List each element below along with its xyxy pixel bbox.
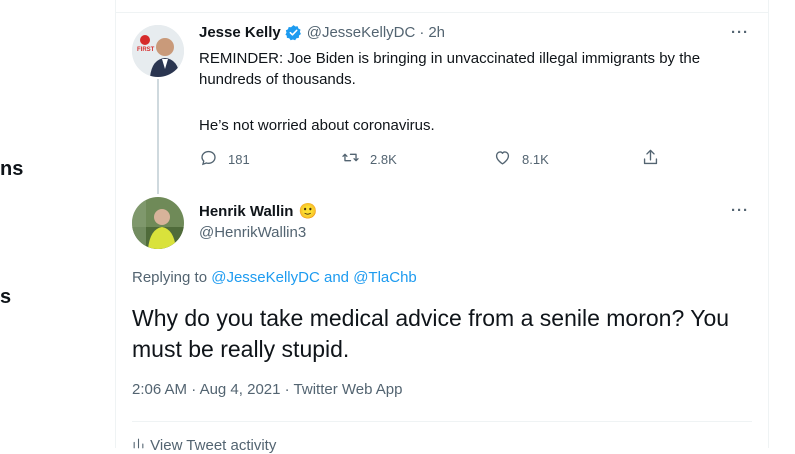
tweet-source[interactable]: Twitter Web App — [294, 381, 403, 398]
left-nav: ns s — [0, 0, 116, 448]
column-border-left — [115, 0, 116, 448]
view-tweet-activity[interactable]: View Tweet activity — [132, 437, 276, 454]
nav-item-fragment[interactable]: s — [0, 286, 11, 309]
like-icon — [493, 148, 512, 170]
user-handle[interactable]: @JesseKellyDC — [307, 24, 416, 41]
reply-button[interactable]: 181 — [199, 148, 250, 170]
replying-to: Replying to @JesseKellyDC and @TlaChb — [132, 269, 417, 286]
avatar-image — [132, 197, 184, 249]
replying-prefix: Replying to — [132, 269, 208, 286]
avatar-jesse-kelly[interactable]: FIRST — [132, 25, 184, 77]
tweet-time[interactable]: 2:06 AM — [132, 381, 187, 398]
reply-tweet-header: Henrik Wallin 🙂 — [199, 202, 317, 220]
parent-tweet-text: REMINDER: Joe Biden is bringing in unvac… — [199, 50, 701, 88]
more-icon[interactable]: ··· — [731, 24, 749, 41]
share-icon — [641, 148, 660, 170]
reply-count: 181 — [228, 151, 250, 167]
thread-connector — [157, 79, 159, 194]
more-icon[interactable]: ··· — [731, 202, 749, 219]
separator-dot: · — [419, 24, 425, 41]
tweet-time[interactable]: 2h — [428, 24, 445, 41]
column-border-right — [768, 0, 769, 448]
mention-conjunction[interactable]: and — [324, 269, 349, 286]
avatar-badge-text: FIRST — [137, 47, 155, 53]
retweet-count: 2.8K — [370, 151, 397, 167]
activity-label: View Tweet activity — [150, 437, 277, 454]
top-divider — [116, 12, 768, 13]
retweet-button[interactable]: 2.8K — [341, 148, 397, 170]
like-button[interactable]: 8.1K — [493, 148, 549, 170]
parent-tweet-header: Jesse Kelly @JesseKellyDC · 2h — [199, 24, 445, 41]
separator-dot: · — [284, 381, 290, 398]
display-name[interactable]: Henrik Wallin — [199, 203, 293, 220]
user-handle[interactable]: @HenrikWallin3 — [199, 224, 306, 241]
mention-link[interactable]: @TlaChb — [353, 269, 417, 286]
share-button[interactable] — [641, 148, 660, 170]
verified-badge-icon — [285, 24, 302, 41]
avatar-henrik-wallin[interactable] — [132, 197, 184, 249]
tweet-date[interactable]: Aug 4, 2021 — [200, 381, 281, 398]
activity-icon — [132, 437, 146, 454]
divider — [132, 421, 752, 422]
mention-link[interactable]: @JesseKellyDC — [211, 269, 320, 286]
retweet-icon — [341, 148, 360, 170]
emoji-smile: 🙂 — [298, 202, 318, 220]
parent-tweet-text-2: He’s not worried about coronavirus. — [199, 117, 435, 134]
tweet-metadata: 2:06 AM · Aug 4, 2021 · Twitter Web App — [132, 381, 403, 398]
reply-icon — [199, 148, 218, 170]
nav-item-fragment[interactable]: ns — [0, 158, 23, 181]
reply-tweet-text: Why do you take medical advice from a se… — [132, 305, 730, 362]
separator-dot: · — [191, 381, 197, 398]
display-name[interactable]: Jesse Kelly — [199, 24, 281, 41]
like-count: 8.1K — [522, 151, 549, 167]
